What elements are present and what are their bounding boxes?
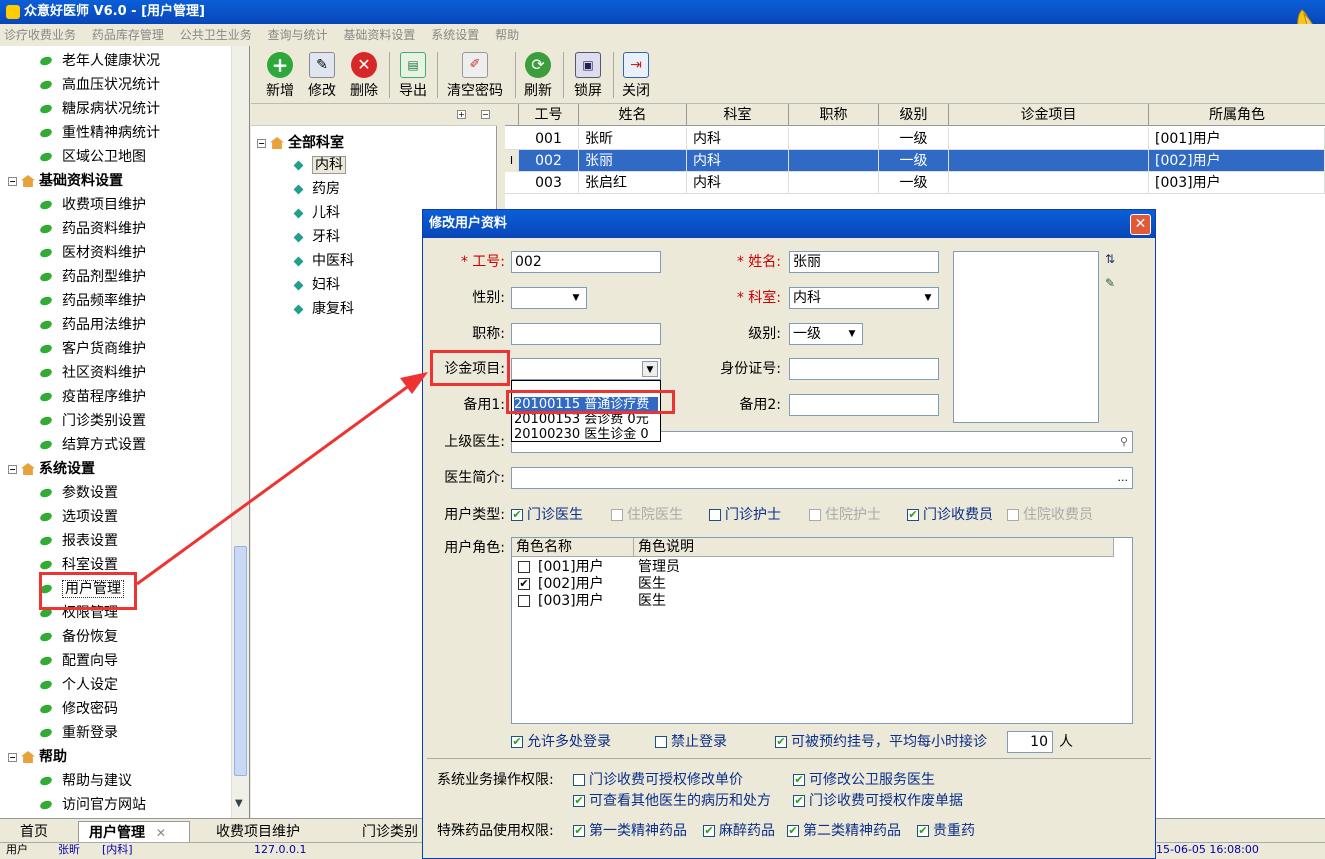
annotation-arrow: [136, 372, 428, 586]
